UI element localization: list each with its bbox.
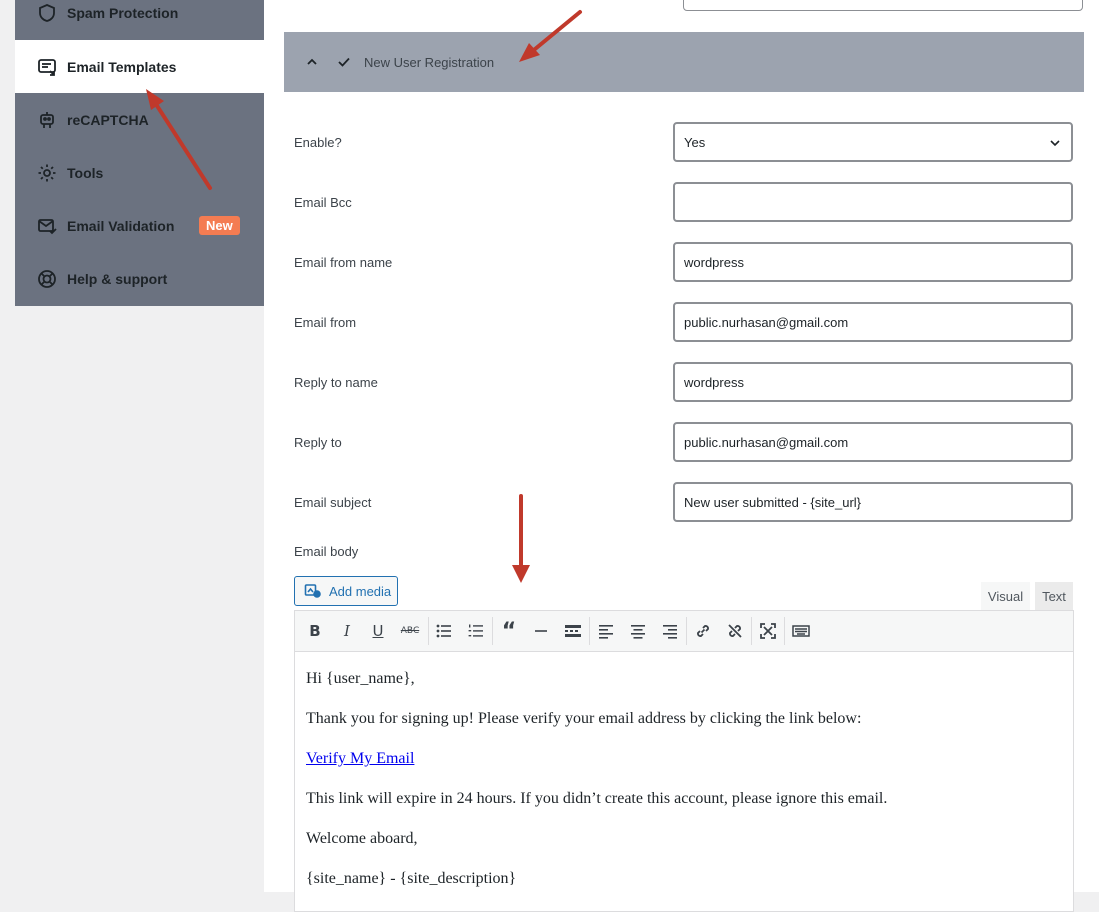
body-label: Email body bbox=[294, 544, 359, 559]
italic-icon[interactable]: I bbox=[335, 619, 359, 643]
from-value: public.nurhasan@gmail.com bbox=[684, 314, 849, 330]
tab-visual[interactable]: Visual bbox=[981, 582, 1030, 610]
previous-field[interactable] bbox=[683, 0, 1083, 11]
bcc-label: Email Bcc bbox=[294, 195, 352, 210]
sidebar: Spam Protection Email Templates reCAPTCH… bbox=[15, 0, 264, 306]
enable-select[interactable]: Yes bbox=[673, 122, 1073, 162]
blockquote-icon[interactable]: “ bbox=[497, 619, 521, 644]
from-label: Email from bbox=[294, 315, 357, 330]
media-icon bbox=[304, 582, 322, 600]
body-line-1: Thank you for signing up! Please verify … bbox=[306, 710, 862, 727]
tab-text[interactable]: Text bbox=[1035, 582, 1073, 610]
bold-icon[interactable]: B bbox=[303, 619, 327, 643]
align-right-icon[interactable] bbox=[658, 619, 682, 643]
from-name-value: wordpress bbox=[684, 254, 744, 270]
sidebar-item-recaptcha[interactable]: reCAPTCHA bbox=[15, 93, 264, 146]
sidebar-item-label: Email Validation bbox=[67, 217, 175, 234]
add-media-button[interactable]: Add media bbox=[294, 576, 398, 606]
gear-icon bbox=[37, 163, 57, 183]
sidebar-item-email-validation[interactable]: Email Validation New bbox=[15, 199, 264, 252]
accordion-header[interactable]: New User Registration bbox=[284, 32, 1084, 92]
reply-to-input[interactable]: public.nurhasan@gmail.com bbox=[673, 422, 1073, 462]
verify-email-link[interactable]: Verify My Email bbox=[306, 750, 414, 767]
sidebar-item-help-support[interactable]: Help & support bbox=[15, 252, 264, 305]
accordion-title: New User Registration bbox=[364, 54, 495, 70]
reply-to-label: Reply to bbox=[294, 435, 342, 450]
body-signature: {site_name} - {site_description} bbox=[306, 870, 517, 887]
insert-link-icon[interactable] bbox=[691, 619, 715, 643]
subject-value: New user submitted - {site_url} bbox=[684, 494, 862, 510]
bcc-input[interactable] bbox=[673, 182, 1073, 222]
bullet-list-icon[interactable] bbox=[432, 619, 456, 643]
sidebar-item-label: Help & support bbox=[67, 270, 168, 287]
email-body-editor[interactable]: Hi {user_name}, Thank you for signing up… bbox=[294, 652, 1074, 912]
body-line-3: Welcome aboard, bbox=[306, 830, 418, 847]
read-more-icon[interactable] bbox=[561, 619, 585, 643]
underline-icon[interactable]: U bbox=[366, 619, 390, 643]
body-line-2: This link will expire in 24 hours. If yo… bbox=[306, 790, 888, 807]
strikethrough-icon[interactable]: ABC bbox=[398, 619, 422, 643]
editor-toolbar: B I U ABC “ bbox=[294, 610, 1074, 652]
chevron-down-icon bbox=[1050, 140, 1060, 147]
add-media-label: Add media bbox=[329, 583, 392, 599]
sidebar-item-tools[interactable]: Tools bbox=[15, 146, 264, 199]
fullscreen-icon[interactable] bbox=[756, 619, 780, 643]
keyboard-icon[interactable] bbox=[789, 619, 813, 643]
subject-label: Email subject bbox=[294, 495, 372, 510]
sidebar-item-label: reCAPTCHA bbox=[67, 111, 149, 128]
reply-name-label: Reply to name bbox=[294, 375, 378, 390]
numbered-list-icon[interactable] bbox=[464, 619, 488, 643]
lifebuoy-icon bbox=[37, 269, 57, 289]
enable-label: Enable? bbox=[294, 135, 342, 150]
reply-name-input[interactable]: wordpress bbox=[673, 362, 1073, 402]
body-greeting: Hi {user_name}, bbox=[306, 670, 415, 687]
from-name-label: Email from name bbox=[294, 255, 393, 270]
from-input[interactable]: public.nurhasan@gmail.com bbox=[673, 302, 1073, 342]
subject-input[interactable]: New user submitted - {site_url} bbox=[673, 482, 1073, 522]
envelope-check-icon bbox=[37, 216, 57, 236]
robot-icon bbox=[37, 110, 57, 130]
sidebar-item-spam-protection[interactable]: Spam Protection bbox=[15, 0, 264, 39]
email-template-icon bbox=[37, 57, 57, 77]
new-badge: New bbox=[199, 216, 240, 235]
align-center-icon[interactable] bbox=[626, 619, 650, 643]
shield-icon bbox=[37, 3, 57, 23]
reply-to-value: public.nurhasan@gmail.com bbox=[684, 434, 849, 450]
sidebar-item-label: Email Templates bbox=[67, 58, 177, 75]
enable-value: Yes bbox=[684, 134, 706, 150]
from-name-input[interactable]: wordpress bbox=[673, 242, 1073, 282]
reply-name-value: wordpress bbox=[684, 374, 744, 390]
align-left-icon[interactable] bbox=[594, 619, 618, 643]
sidebar-item-label: Tools bbox=[67, 164, 104, 181]
sidebar-item-label: Spam Protection bbox=[67, 4, 179, 21]
remove-link-icon[interactable] bbox=[723, 619, 747, 643]
main-panel: New User Registration Enable? Yes Email … bbox=[264, 0, 1099, 912]
chevron-up-icon[interactable] bbox=[304, 54, 320, 70]
horizontal-line-icon[interactable] bbox=[529, 619, 553, 643]
check-icon bbox=[336, 54, 352, 70]
sidebar-item-email-templates[interactable]: Email Templates bbox=[15, 40, 264, 93]
